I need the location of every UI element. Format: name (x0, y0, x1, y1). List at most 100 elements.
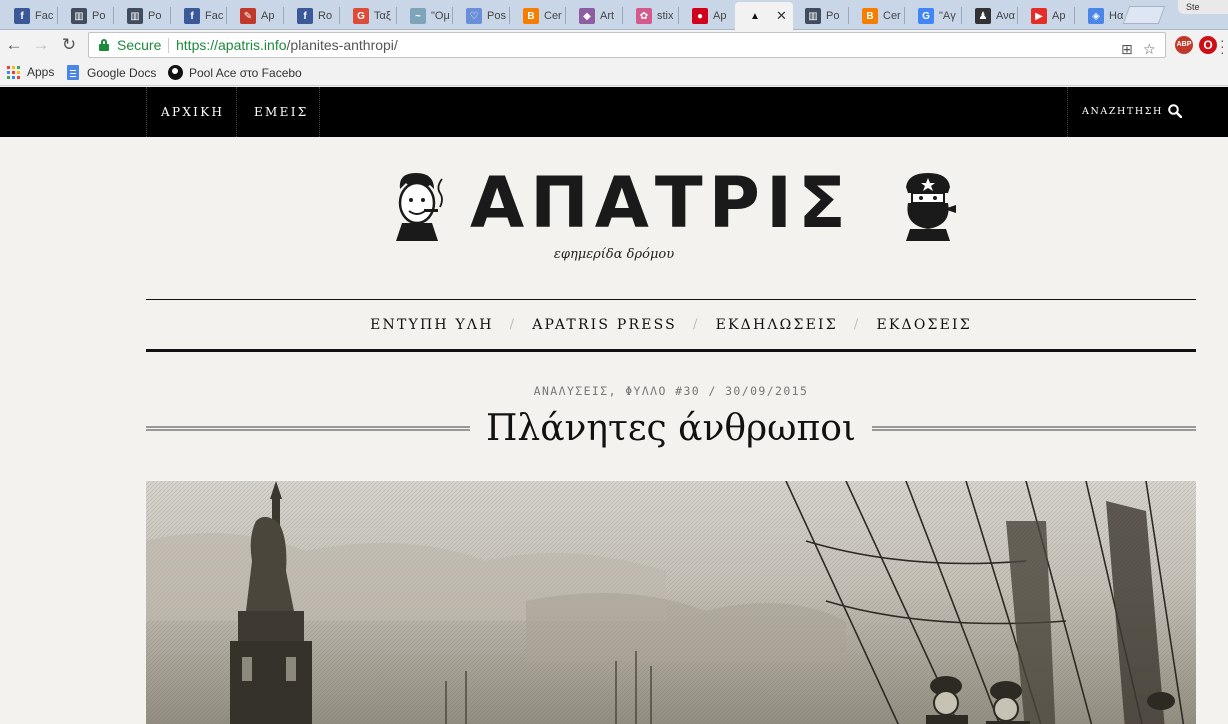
tab-title: Ταξ (374, 10, 391, 22)
tab[interactable]: B Cer (509, 2, 566, 30)
url-host: https://apatris.info (176, 37, 287, 53)
topnav-home[interactable]: ΑΡΧΙΚΗ (161, 87, 224, 137)
bookmark-google-docs[interactable]: Google Docs (67, 65, 156, 80)
star-icon[interactable]: ☆ (1143, 37, 1156, 61)
art-icon: ◆ (579, 8, 595, 24)
tab-title: stix (657, 10, 674, 22)
tab-title: Po (826, 10, 840, 22)
tab-strip: f Fac ▥ Po ▥ Po f Fac ✎ Ap f Ro G Ταξ ~ "Oμ ♡ Pos B Cer ◆ Art… (0, 0, 1228, 30)
bookmark-label: Apps (27, 65, 55, 79)
site-logo[interactable]: ΑΠΑΤΡΙΣ (390, 163, 956, 243)
new-tab-button[interactable] (1122, 6, 1166, 24)
tab[interactable]: ▥ Po (57, 2, 114, 30)
opera-icon[interactable]: O (1199, 36, 1217, 54)
nav-separator: / (692, 317, 700, 332)
chart-icon: ▥ (127, 8, 143, 24)
chart-icon: ▥ (805, 8, 821, 24)
facebook-icon: f (184, 8, 200, 24)
nav-divider (1067, 87, 1068, 137)
tab-title: Cer (883, 10, 901, 22)
web-page: ΑΡΧΙΚΗ ΕΜΕΙΣ ΑΝΑΖΗΤΗΣΗ ΑΠΑΤΡΙΣ εφημερίδα… (0, 87, 1228, 724)
forward-arrow-icon[interactable]: → (31, 35, 51, 55)
site-tagline: εφημερίδα δρόμου (553, 247, 675, 262)
topnav-about[interactable]: ΕΜΕΙΣ (254, 87, 309, 137)
tab[interactable]: ✿ stix (622, 2, 679, 30)
tab[interactable]: f Fac (170, 2, 227, 30)
close-tab-icon[interactable]: ✕ (776, 8, 787, 24)
menu-icon[interactable]: · · · (1220, 33, 1225, 59)
engraving-illustration (146, 481, 1196, 724)
red-circle-icon: ● (692, 8, 708, 24)
boat-icon: ~ (410, 8, 426, 24)
url-text[interactable]: https://apatris.info/planites-anthropi/ (176, 33, 398, 57)
google-plus-icon: G (353, 8, 369, 24)
tab-active[interactable]: ▲ ✕ (735, 2, 793, 30)
nav-divider (146, 87, 147, 137)
tab[interactable]: ● Ap (678, 2, 735, 30)
main-navigation: ΕΝΤΥΠΗ ΥΛΗ / APATRIS PRESS / ΕΚΔΗΛΩΣΕΙΣ … (146, 299, 1196, 352)
nav-apatris-press[interactable]: APATRIS PRESS (526, 317, 683, 333)
profile-button[interactable]: Ste (1178, 0, 1228, 14)
post-meta[interactable]: ΑΝΑΛΥΣΕΙΣ, ΦΥΛΛΟ #30 / 30/09/2015 (0, 384, 1228, 398)
tab[interactable]: ◈ Hα (1074, 2, 1131, 30)
tab-title: Fac (205, 10, 224, 22)
nav-separator: / (509, 317, 517, 332)
tab[interactable]: ✎ Ap (226, 2, 283, 30)
docs-icon (67, 65, 79, 80)
bookmark-apps[interactable]: Apps (7, 65, 54, 79)
tab-title: Po (92, 10, 106, 22)
tab-title: Ro (318, 10, 333, 22)
tab-title: Pos (487, 10, 506, 22)
bookmark-pool-ace[interactable]: Pool Ace στο Facebo (168, 65, 302, 80)
logo-wordmark: ΑΠΑΤΡΙΣ (470, 162, 852, 244)
tab[interactable]: ▥ Po (791, 2, 848, 30)
tab-title: Fac (35, 10, 54, 22)
youtube-icon: ▶ (1031, 8, 1047, 24)
tab[interactable]: ~ "Oμ (396, 2, 453, 30)
address-bar[interactable]: Secure https://apatris.info/planites-ant… (88, 32, 1166, 58)
tab[interactable]: ♡ Pos (452, 2, 509, 30)
google-icon: G (918, 8, 934, 24)
nav-print-material[interactable]: ΕΝΤΥΠΗ ΥΛΗ (364, 317, 499, 333)
tab[interactable]: f Ro (283, 2, 340, 30)
nav-events[interactable]: ΕΚΔΗΛΩΣΕΙΣ (710, 317, 844, 333)
post-featured-image (146, 481, 1196, 724)
back-arrow-icon[interactable]: ← (4, 35, 24, 55)
heart-icon: ♡ (466, 8, 482, 24)
translate-icon[interactable]: ⊞ (1121, 37, 1133, 61)
tab[interactable]: ◆ Art (565, 2, 622, 30)
tab-title: Po (148, 10, 162, 22)
tab[interactable]: G "Aγ (904, 2, 961, 30)
tab-title: Ανα (996, 10, 1015, 22)
site-top-bar: ΑΡΧΙΚΗ ΕΜΕΙΣ ΑΝΑΖΗΤΗΣΗ (0, 87, 1228, 137)
bookmark-label: Pool Ace στο Facebo (189, 65, 302, 80)
chart-icon: ▥ (71, 8, 87, 24)
figure-icon: ♟ (975, 8, 991, 24)
tab[interactable]: ▥ Po (113, 2, 170, 30)
bookmarks-bar: Apps Google Docs Pool Ace στο Facebo (0, 60, 1228, 86)
apps-icon (7, 65, 20, 79)
lock-icon (99, 39, 109, 51)
tab[interactable]: f Fac (0, 2, 57, 30)
blogger-icon: B (862, 8, 878, 24)
adblock-icon[interactable]: ABP (1175, 36, 1193, 54)
pool-ball-icon (168, 65, 183, 80)
masked-mascot-icon (906, 173, 956, 241)
nav-publications[interactable]: ΕΚΔΟΣΕΙΣ (870, 317, 977, 333)
tab[interactable]: ♟ Ανα (961, 2, 1018, 30)
tab[interactable]: B Cer (848, 2, 905, 30)
secure-label: Secure (117, 37, 162, 53)
reload-icon[interactable]: ↻ (59, 35, 79, 55)
tab[interactable]: G Ταξ (339, 2, 396, 30)
search-link[interactable]: ΑΝΑΖΗΤΗΣΗ (1082, 87, 1163, 137)
pen-icon: ✎ (240, 8, 256, 24)
search-icon[interactable] (1168, 104, 1182, 118)
tab-title: Art (600, 10, 615, 22)
post-title: Πλάνητες άνθρωποι (486, 408, 856, 449)
boy-mascot-icon (396, 173, 443, 241)
tab-title: "Oμ (431, 10, 450, 22)
shield-icon: ◈ (1088, 8, 1104, 24)
nav-divider (236, 87, 237, 137)
tab[interactable]: ▶ Ap (1017, 2, 1074, 30)
bookmark-label: Google Docs (87, 65, 157, 80)
